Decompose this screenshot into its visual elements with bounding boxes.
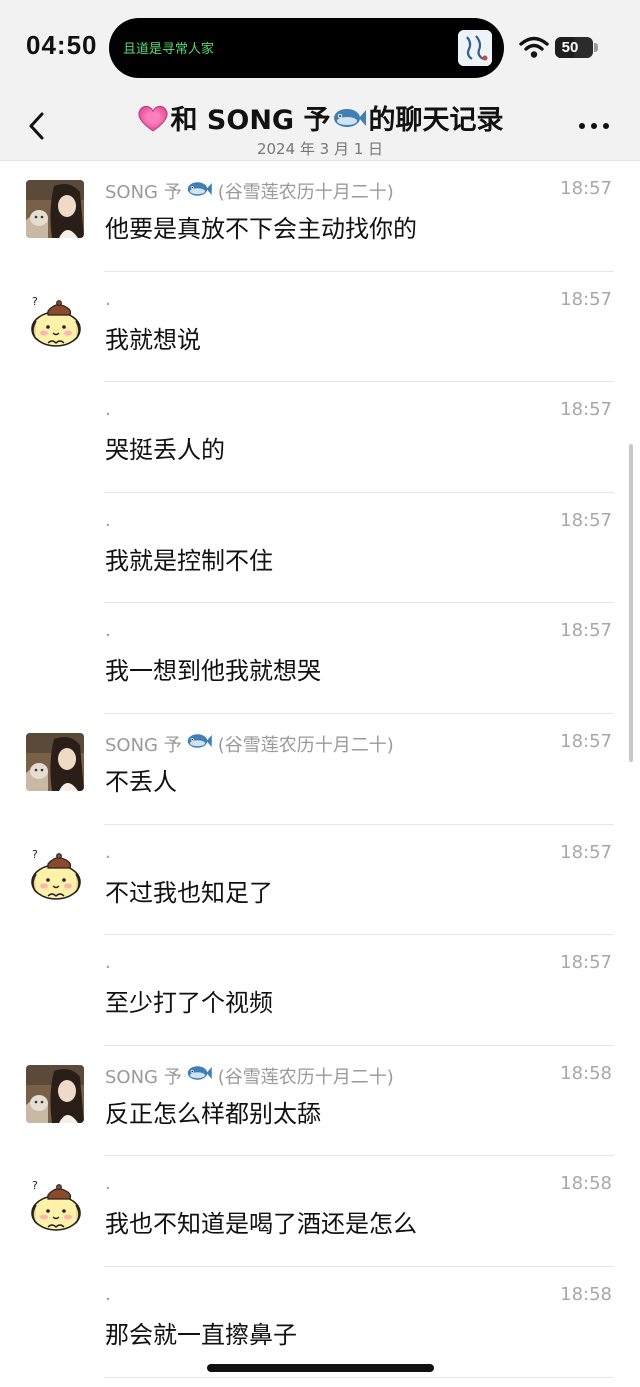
message-time: 18:58 — [560, 1283, 612, 1305]
avatar[interactable]: ? — [26, 290, 84, 349]
sender-line: . — [105, 510, 111, 531]
fish-icon — [182, 732, 218, 755]
message-list[interactable]: SONG 予 (谷雪莲农历十月二十) 18:57 他要是真放不下会主动找你的 ?… — [0, 161, 640, 1378]
chat-date: 2024 年 3 月 1 日 — [256, 140, 384, 158]
heart-icon — [137, 105, 168, 132]
message-text[interactable]: 我就想说 — [105, 320, 201, 355]
message-text[interactable]: 他要是真放不下会主动找你的 — [105, 209, 417, 244]
message-text[interactable]: 我一想到他我就想哭 — [105, 651, 321, 686]
sender-line: . — [105, 842, 111, 863]
message-time: 18:57 — [560, 620, 612, 642]
sender-line: . — [105, 289, 111, 310]
sender-name: . — [105, 1283, 111, 1305]
battery-nub — [594, 43, 598, 52]
message-row[interactable]: . 18:57 我就是控制不住 — [0, 493, 640, 604]
album-art-icon — [458, 30, 492, 66]
avatar[interactable]: ? — [26, 1175, 84, 1234]
nav-bar: 和 SONG 予 的聊天记录 2024 年 3 月 1 日 — [0, 96, 640, 161]
sender-line: . — [105, 1284, 111, 1305]
sender-name: . — [105, 288, 111, 310]
message-text[interactable]: 那会就一直擦鼻子 — [105, 1315, 297, 1350]
home-indicator[interactable] — [207, 1364, 434, 1372]
sender-name: . — [105, 399, 111, 421]
message-text[interactable]: 反正怎么样都别太舔 — [105, 1094, 321, 1129]
battery-icon: 50 — [555, 37, 593, 58]
title-text: 和 SONG 予 — [170, 105, 331, 136]
avatar[interactable] — [26, 180, 84, 238]
sender-line: SONG 予 (谷雪莲农历十月二十) — [105, 178, 394, 204]
fish-icon — [182, 180, 218, 203]
fish-icon — [182, 1064, 218, 1087]
message-time: 18:57 — [560, 399, 612, 421]
message-time: 18:57 — [560, 841, 612, 863]
message-row[interactable]: SONG 予 (谷雪莲农历十月二十) 18:57 他要是真放不下会主动找你的 — [0, 161, 640, 272]
status-time: 04:50 — [26, 30, 98, 60]
sender-note: (谷雪莲农历十月二十) — [217, 1066, 394, 1088]
chat-title: 和 SONG 予 的聊天记录 2024 年 3 月 1 日 — [120, 98, 520, 159]
more-icon[interactable] — [574, 118, 614, 134]
message-row[interactable]: SONG 予 (谷雪莲农历十月二十) 18:57 不丢人 — [0, 714, 640, 825]
sender-note: (谷雪莲农历十月二十) — [217, 734, 394, 756]
divider — [104, 1376, 614, 1378]
avatar[interactable]: ? — [26, 843, 84, 902]
sender-name: SONG 予 — [105, 1066, 182, 1088]
message-row[interactable]: SONG 予 (谷雪莲农历十月二十) 18:58 反正怎么样都别太舔 — [0, 1046, 640, 1157]
svg-text:?: ? — [32, 295, 38, 308]
sender-name: SONG 予 — [105, 182, 182, 203]
svg-text:?: ? — [32, 1179, 38, 1192]
dynamic-island[interactable]: 且道是寻常人家 — [109, 18, 504, 78]
sender-name: . — [105, 1173, 111, 1195]
message-row[interactable]: ? . 18:58 我也不知道是喝了酒还是怎么 — [0, 1156, 640, 1267]
message-row[interactable]: . 18:57 哭挺丢人的 — [0, 382, 640, 493]
avatar[interactable] — [26, 1064, 84, 1123]
message-time: 18:58 — [560, 1062, 612, 1084]
message-text[interactable]: 至少打了个视频 — [105, 983, 273, 1018]
sender-line: . — [105, 620, 111, 641]
message-row[interactable]: . 18:58 那会就一直擦鼻子 — [0, 1267, 640, 1378]
scrollbar[interactable] — [629, 444, 633, 762]
sender-name: SONG 予 — [105, 734, 182, 756]
message-text[interactable]: 我也不知道是喝了酒还是怎么 — [105, 1204, 417, 1239]
sender-line: . — [105, 1173, 111, 1194]
battery-level: 50 — [561, 39, 579, 56]
message-row[interactable]: ? . 18:57 不过我也知足了 — [0, 825, 640, 936]
now-playing-title: 且道是寻常人家 — [123, 42, 215, 57]
message-row[interactable]: . 18:57 至少打了个视频 — [0, 935, 640, 1046]
message-row[interactable]: ? . 18:57 我就想说 — [0, 272, 640, 383]
sender-name: . — [105, 952, 111, 974]
sender-line: . — [105, 952, 111, 973]
sender-note: (谷雪莲农历十月二十) — [217, 182, 394, 203]
message-time: 18:57 — [560, 178, 612, 199]
message-text[interactable]: 哭挺丢人的 — [105, 430, 225, 465]
message-time: 18:57 — [560, 288, 612, 310]
message-time: 18:57 — [560, 952, 612, 974]
avatar[interactable] — [26, 732, 84, 791]
message-time: 18:58 — [560, 1173, 612, 1195]
svg-text:?: ? — [32, 848, 38, 861]
message-text[interactable]: 不过我也知足了 — [105, 873, 273, 908]
sender-name: . — [105, 841, 111, 863]
back-chevron-icon[interactable] — [22, 106, 52, 146]
message-row[interactable]: . 18:57 我一想到他我就想哭 — [0, 603, 640, 714]
sender-name: . — [105, 620, 111, 642]
sender-line: SONG 予 (谷雪莲农历十月二十) — [105, 1063, 394, 1089]
wifi-icon — [519, 36, 549, 58]
message-time: 18:57 — [560, 509, 612, 531]
status-bar: 04:50 且道是寻常人家 50 — [0, 0, 640, 96]
title-suffix: 的聊天记录 — [368, 105, 504, 136]
message-text[interactable]: 我就是控制不住 — [105, 541, 273, 576]
sender-line: . — [105, 399, 111, 420]
fish-icon — [334, 108, 367, 127]
message-text[interactable]: 不丢人 — [105, 762, 177, 797]
sender-line: SONG 予 (谷雪莲农历十月二十) — [105, 731, 394, 757]
sender-name: . — [105, 509, 111, 531]
message-time: 18:57 — [560, 730, 612, 752]
